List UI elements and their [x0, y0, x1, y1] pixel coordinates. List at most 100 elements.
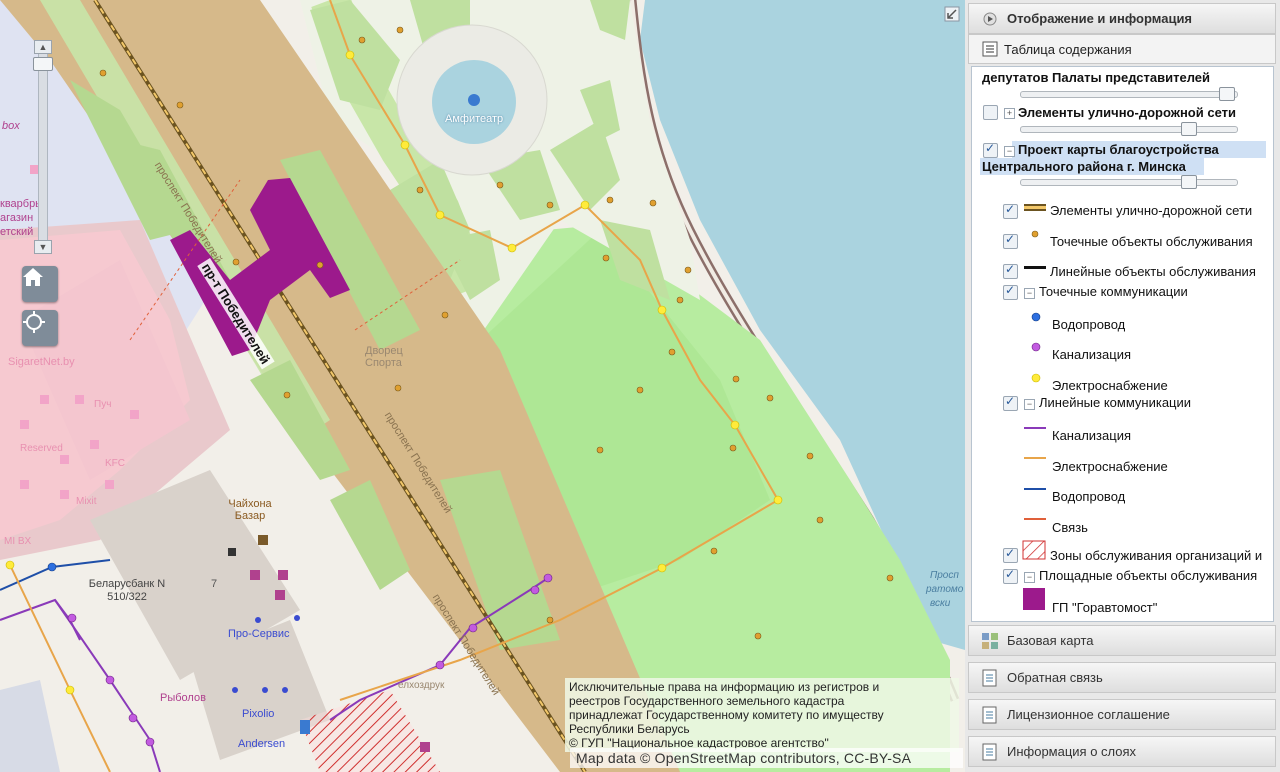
cadastre-attribution: Исключительные права на информацию из ре… [565, 678, 959, 752]
point-service-symbol [1031, 230, 1039, 238]
locate-button[interactable] [22, 310, 58, 346]
label-mixit: Mixit [76, 496, 97, 507]
label-proservis: Про-Сервис [228, 628, 290, 640]
slider-thumb[interactable] [1219, 87, 1235, 101]
collapse-toggle[interactable]: − [1024, 288, 1035, 299]
power-point-symbol [1031, 373, 1041, 383]
expand-toggle[interactable]: + [1004, 108, 1015, 119]
legend-sewer-point-label: Канализация [1052, 347, 1131, 362]
section-label: Базовая карта [1007, 633, 1094, 648]
legend-service-zones-label: Зоны обслуживания организаций и [1050, 548, 1263, 563]
document-icon [982, 669, 997, 686]
sublayer-checkbox[interactable] [1003, 262, 1018, 279]
label-puch: Пуч [94, 399, 112, 410]
legend-linear-service-label: Линейные объекты обслуживания [1050, 264, 1256, 279]
label-sovetsky: етский [0, 226, 34, 238]
slider-thumb[interactable] [1181, 122, 1197, 136]
section-label: Обратная связь [1007, 670, 1103, 685]
feedback-section[interactable]: Обратная связь [968, 662, 1276, 693]
label-magazin: агазин [0, 212, 34, 224]
basemap-section[interactable]: Базовая карта [968, 625, 1276, 656]
water-line-symbol [1024, 488, 1046, 490]
layer-street-checkbox[interactable] [983, 105, 998, 120]
layer-project-label-1: Проект карты благоустройства [1018, 142, 1219, 157]
legend-sewer-line-label: Канализация [1052, 428, 1131, 443]
section-label: Лицензионное соглашение [1007, 707, 1170, 722]
layer-opacity-slider[interactable] [1020, 175, 1238, 189]
layer-info-section[interactable]: Информация о слоях [968, 736, 1276, 767]
legend-street-label: Элементы улично-дорожной сети [1050, 203, 1253, 218]
label-kvartiry: кварбры [0, 198, 44, 210]
label-andersen: Andersen [238, 738, 286, 750]
side-panel: Отображение и информация Таблица содержа… [965, 0, 1280, 772]
map-canvas[interactable]: Амфитеатр пр-т Победителей проспект Побе… [0, 0, 965, 772]
sublayer-checkbox[interactable] [1003, 546, 1018, 563]
osm-credit: Map data © OpenStreetMap contributors, C… [570, 748, 963, 768]
label-house-7: 7 [211, 578, 218, 590]
legend-area-service-label: Площадные объекты обслуживания [1039, 568, 1258, 583]
layer-street-label: Элементы улично-дорожной сети [1018, 105, 1236, 120]
layer-opacity-slider[interactable] [1020, 87, 1238, 101]
legend-point-comm-label: Точечные коммуникации [1039, 284, 1188, 299]
collapse-toggle[interactable]: − [1024, 399, 1035, 410]
legend-comm-line-label: Связь [1052, 520, 1088, 535]
attribution-line: Исключительные права на информацию из ре… [569, 680, 880, 694]
legend-water-point-label: Водопровод [1052, 317, 1126, 332]
locate-icon [23, 311, 45, 333]
toc-list[interactable]: депутатов Палаты представителей + Элемен… [971, 66, 1274, 622]
license-section[interactable]: Лицензионное соглашение [968, 699, 1276, 730]
document-icon [982, 706, 997, 723]
label-belarusbank: Беларусбанк N 510/322 [88, 578, 166, 603]
sublayer-checkbox[interactable] [1003, 232, 1018, 249]
basemap-icon [982, 632, 998, 649]
home-button[interactable] [22, 266, 58, 302]
panel-header-title: Отображение и информация [1007, 11, 1193, 26]
display-info-header[interactable]: Отображение и информация [968, 3, 1276, 34]
collapse-toggle[interactable]: − [1024, 572, 1035, 583]
legend-water-line-label: Водопровод [1052, 489, 1126, 504]
zoom-out-button[interactable]: ▼ [34, 240, 52, 254]
layer-deputies-label: депутатов Палаты представителей [982, 70, 1211, 85]
sublayer-checkbox[interactable] [1003, 567, 1018, 584]
legend-point-service-label: Точечные объекты обслуживания [1050, 234, 1253, 249]
label-prosp-side: Просп [930, 570, 959, 581]
label-box: box [2, 120, 20, 132]
label-rybolov: Рыболов [160, 692, 206, 704]
power-line-symbol [1024, 457, 1046, 459]
label-pixolio: Pixolio [242, 708, 275, 720]
toc-title: Таблица содержания [1004, 41, 1132, 57]
sublayer-checkbox[interactable] [1003, 202, 1018, 219]
toc-icon [982, 41, 998, 57]
label-ratomo: ратомо [926, 584, 964, 595]
collapse-circle-icon [983, 12, 997, 25]
home-icon [23, 268, 43, 286]
attribution-line: Республики Беларусь [569, 722, 690, 736]
attribution-line: принадлежат Государственному комитету по… [569, 708, 884, 722]
zoom-in-button[interactable]: ▲ [34, 40, 52, 54]
label-chaihona: Чайхона Базар [228, 498, 272, 522]
sublayer-checkbox[interactable] [1003, 394, 1018, 411]
collapse-panel-button[interactable] [944, 6, 960, 22]
attribution-line: реестров Государственного земельного кад… [569, 694, 845, 708]
zoom-slider-thumb[interactable] [33, 57, 53, 71]
sewer-line-symbol [1024, 427, 1046, 429]
label-sigaretnet: SigaretNet.by [8, 356, 75, 368]
toc-header[interactable]: Таблица содержания [968, 34, 1276, 64]
slider-thumb[interactable] [1181, 175, 1197, 189]
street-symbol [1024, 204, 1046, 211]
label-reserved: Reserved [20, 443, 63, 454]
zoom-slider-track[interactable] [38, 45, 48, 247]
comm-line-symbol [1024, 518, 1046, 520]
document-icon [982, 743, 997, 760]
label-palace: Дворец Спорта [365, 345, 403, 369]
layer-opacity-slider[interactable] [1020, 122, 1238, 136]
sewer-point-symbol [1031, 342, 1041, 352]
expand-arrow-icon [944, 6, 960, 22]
sublayer-checkbox[interactable] [1003, 283, 1018, 300]
layer-project-checkbox[interactable] [983, 141, 998, 158]
collapse-toggle[interactable]: − [1004, 146, 1015, 157]
linear-service-symbol [1024, 266, 1046, 269]
section-label: Информация о слоях [1007, 744, 1137, 759]
layer-project-label-2: Центрального района г. Минска [982, 159, 1186, 174]
label-zdruk: елхоздрук [398, 680, 445, 691]
